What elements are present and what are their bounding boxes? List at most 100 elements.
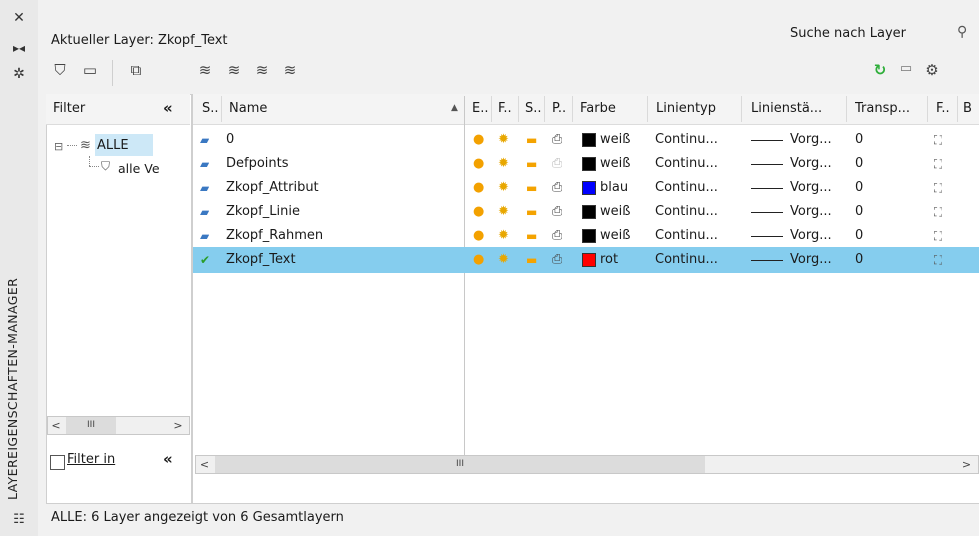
unlock-icon[interactable]: ▬ [526,199,537,225]
layer-lineweight[interactable]: Vorg... [790,223,832,249]
layer-transparency[interactable]: 0 [855,151,863,177]
plot-printer-icon[interactable]: ⎙ [552,223,562,249]
col-color[interactable]: Farbe [580,101,616,116]
new-layer-icon[interactable]: ≋ [195,61,215,79]
layer-lineweight[interactable]: Vorg... [790,247,832,273]
scroll-right-button[interactable]: > [170,417,186,434]
col-plot[interactable]: P.. [552,101,566,116]
layer-linetype[interactable]: Continu... [655,175,718,201]
search-icon[interactable]: ⚲ [957,24,967,40]
color-swatch[interactable] [582,253,596,267]
layer-linetype[interactable]: Continu... [655,223,718,249]
on-lightbulb-icon[interactable]: ● [473,127,484,153]
layer-color-name[interactable]: weiß [600,151,630,177]
refresh-icon[interactable]: ↻ [870,61,890,79]
apply-icon[interactable]: ▭ [896,61,916,76]
col-lock[interactable]: S.. [525,101,542,116]
tree-expander-icon[interactable]: ⊟ [54,140,63,153]
col-freeze[interactable]: F.. [498,101,512,116]
unlock-icon[interactable]: ▬ [526,223,537,249]
scroll-left-button[interactable]: < [48,417,64,434]
col-name[interactable]: Name [229,101,267,116]
layer-name[interactable]: 0 [226,127,234,153]
layer-status-icon[interactable]: ▰ [200,223,209,249]
col-description[interactable]: B [963,101,979,116]
layer-linetype[interactable]: Continu... [655,199,718,225]
thaw-sun-icon[interactable]: ✹ [498,223,509,249]
layer-transparency[interactable]: 0 [855,175,863,201]
unlock-icon[interactable]: ▬ [526,127,537,153]
layer-list-icon[interactable]: ☷ [11,512,27,528]
unlock-icon[interactable]: ▬ [526,151,537,177]
col-linetype[interactable]: Linientyp [656,101,716,116]
col-on[interactable]: E.. [472,101,488,116]
layer-status-icon[interactable]: ▰ [200,127,209,153]
set-current-icon[interactable]: ≋ [280,61,300,79]
plot-printer-icon[interactable]: ⎙ [552,247,562,273]
tree-item-alle-verwendeten[interactable]: alle Ve [118,161,190,176]
current-layer-check-icon[interactable]: ✔ [200,247,210,273]
collapse-filter-button[interactable]: « [163,99,173,117]
delete-layer-icon[interactable]: ≋ [252,61,272,79]
thaw-sun-icon[interactable]: ✹ [498,247,509,273]
scroll-right-button[interactable]: > [958,456,975,473]
on-lightbulb-icon[interactable]: ● [473,199,484,225]
settings-icon[interactable]: ⚙ [922,61,942,79]
layer-transparency[interactable]: 0 [855,223,863,249]
layer-name[interactable]: Zkopf_Rahmen [226,223,323,249]
layer-row[interactable]: ▰ Zkopf_Attribut ● ✹ ▬ ⎙ blau Continu... Vorg...… [193,175,979,201]
on-lightbulb-icon[interactable]: ● [473,247,484,273]
col-new-vp-freeze[interactable]: F.. [936,101,950,116]
layer-name[interactable]: Defpoints [226,151,289,177]
new-property-filter-icon[interactable]: ⛉ [50,61,70,79]
thaw-sun-icon[interactable]: ✹ [498,127,509,153]
col-status[interactable]: S.. [202,101,219,116]
thaw-sun-icon[interactable]: ✹ [498,175,509,201]
new-group-filter-icon[interactable]: ▭ [80,61,100,79]
color-swatch[interactable] [582,133,596,147]
layer-row[interactable]: ▰ Defpoints ● ✹ ▬ ⎙ weiß Continu... Vorg... 0 ⛶ [193,151,979,177]
layer-color-name[interactable]: weiß [600,223,630,249]
layer-status-icon[interactable]: ▰ [200,151,209,177]
on-lightbulb-icon[interactable]: ● [473,175,484,201]
layer-row[interactable]: ▰ Zkopf_Linie ● ✹ ▬ ⎙ weiß Continu... Vorg... 0 ⛶ [193,199,979,225]
layer-lineweight[interactable]: Vorg... [790,175,832,201]
scroll-thumb[interactable]: III [215,456,705,473]
thaw-sun-icon[interactable]: ✹ [498,199,509,225]
layer-linetype[interactable]: Continu... [655,151,718,177]
layer-transparency[interactable]: 0 [855,247,863,273]
layer-row[interactable]: ✔ Zkopf_Text ● ✹ ▬ ⎙ rot Continu... Vorg... 0 ⛶ [193,247,979,273]
layer-name[interactable]: Zkopf_Linie [226,199,300,225]
layer-row[interactable]: ▰ Zkopf_Rahmen ● ✹ ▬ ⎙ weiß Continu... Vorg... 0 ⛶ [193,223,979,249]
layer-transparency[interactable]: 0 [855,127,863,153]
layer-color-name[interactable]: blau [600,175,628,201]
new-vp-freeze-icon[interactable]: ⛶ [934,151,942,177]
layer-lineweight[interactable]: Vorg... [790,127,832,153]
scroll-left-button[interactable]: < [196,456,213,473]
thaw-sun-icon[interactable]: ✹ [498,151,509,177]
layer-color-name[interactable]: weiß [600,199,630,225]
settings-icon[interactable]: ✲ [11,66,27,82]
pin-icon[interactable]: ▸◂ [11,40,27,56]
tree-item-alle[interactable]: ALLE [97,138,129,153]
col-transparency[interactable]: Transp... [855,101,923,116]
on-lightbulb-icon[interactable]: ● [473,223,484,249]
layer-linetype[interactable]: Continu... [655,127,718,153]
collapse-invert-button[interactable]: « [163,450,173,468]
layer-name[interactable]: Zkopf_Attribut [226,175,319,201]
new-vp-freeze-icon[interactable]: ⛶ [934,199,942,225]
plot-printer-icon[interactable]: ⎙ [552,175,562,201]
unlock-icon[interactable]: ▬ [526,175,537,201]
layer-states-manager-icon[interactable]: ⧉ [126,61,146,79]
new-vp-freeze-icon[interactable]: ⛶ [934,223,942,249]
invert-filter-checkbox[interactable] [50,455,65,470]
layer-transparency[interactable]: 0 [855,199,863,225]
plot-printer-icon[interactable]: ⎙ [552,199,562,225]
color-swatch[interactable] [582,157,596,171]
plot-printer-icon[interactable]: ⎙ [552,151,562,177]
layer-color-name[interactable]: rot [600,247,618,273]
color-swatch[interactable] [582,229,596,243]
new-vp-freeze-icon[interactable]: ⛶ [934,247,942,273]
plot-printer-icon[interactable]: ⎙ [552,127,562,153]
layer-color-name[interactable]: weiß [600,127,630,153]
